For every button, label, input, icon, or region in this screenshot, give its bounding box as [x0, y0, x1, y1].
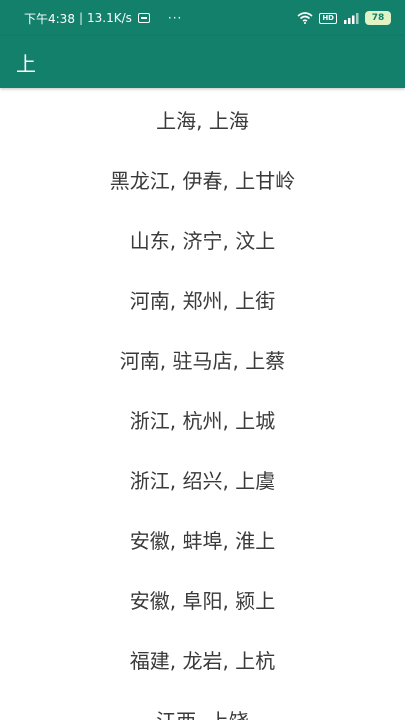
more-dots-icon: ··· — [167, 11, 183, 25]
list-item[interactable]: 黑龙江, 伊春, 上甘岭 — [0, 149, 405, 209]
list-item-label: 黑龙江, 伊春, 上甘岭 — [109, 168, 296, 193]
message-icon — [137, 13, 150, 23]
list-item-label: 江西, 上饶 — [156, 705, 249, 720]
list-item[interactable]: 福建, 龙岩, 上杭 — [0, 629, 405, 689]
list-item[interactable]: 江西, 上饶 — [0, 689, 405, 720]
wifi-icon — [297, 12, 313, 24]
app-bar: 上 — [0, 36, 405, 88]
result-list[interactable]: 上海, 上海黑龙江, 伊春, 上甘岭 山东, 济宁, 汶上 河南, 郑州, 上街 河南… — [0, 88, 405, 720]
status-left: 下午4:38 | 13.1K/s ··· — [24, 10, 182, 27]
hd-icon: HD — [319, 12, 337, 24]
list-item[interactable]: 河南, 郑州, 上街 — [0, 269, 405, 329]
list-item-label: 河南, 驻马店, 上蔡 — [119, 348, 286, 373]
list-item-label: 山东, 济宁, 汶上 — [129, 228, 276, 253]
list-item-label: 安徽, 蚌埠, 淮上 — [129, 528, 276, 553]
status-right: HD 78 — [297, 11, 391, 25]
list-item[interactable]: 河南, 驻马店, 上蔡 — [0, 329, 405, 389]
status-bar: 下午4:38 | 13.1K/s ··· HD 78 — [0, 0, 405, 36]
page-title: 上 — [16, 51, 36, 76]
list-item-label: 安徽, 阜阳, 颍上 — [129, 588, 276, 613]
list-item[interactable]: 上海, 上海 — [0, 89, 405, 149]
list-item[interactable]: 安徽, 蚌埠, 淮上 — [0, 509, 405, 569]
list-item[interactable]: 山东, 济宁, 汶上 — [0, 209, 405, 269]
list-item-label: 浙江, 绍兴, 上虞 — [129, 468, 276, 493]
status-time: 下午4:38 — [24, 11, 75, 26]
list-item-label: 上海, 上海 — [156, 108, 249, 133]
list-item-label: 福建, 龙岩, 上杭 — [129, 648, 276, 673]
network-speed: 13.1K/s — [87, 11, 132, 25]
list-item[interactable]: 浙江, 杭州, 上城 — [0, 389, 405, 449]
list-item[interactable]: 浙江, 绍兴, 上虞 — [0, 449, 405, 509]
list-item-label: 河南, 郑州, 上街 — [129, 288, 276, 313]
battery-icon: 78 — [365, 11, 391, 25]
list-item-label: 浙江, 杭州, 上城 — [129, 408, 276, 433]
screen: 下午4:38 | 13.1K/s ··· HD 78 上 上海, 上海 黑龙江,… — [0, 0, 405, 720]
status-separator: | — [78, 11, 83, 25]
signal-icon — [343, 12, 359, 24]
list-item[interactable]: 安徽, 阜阳, 颍上 — [0, 569, 405, 629]
